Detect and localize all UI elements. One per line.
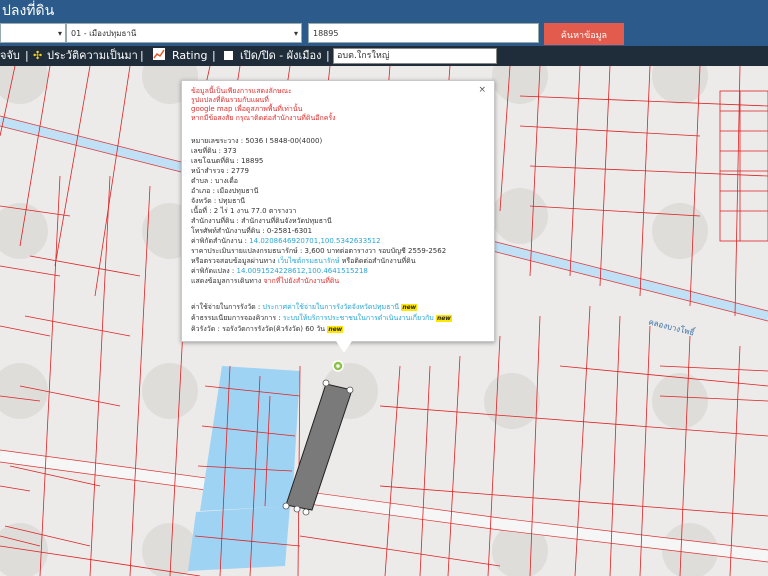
booking-link[interactable]: ระบบให้บริการประชาชนในการดำเนินงานเกี่ยว… (283, 314, 434, 322)
chevron-down-icon: ▾ (57, 29, 62, 38)
land-office-label: สำนักงานที่ดิน : (191, 217, 242, 225)
queue-row: คิวรังวัด : รอรังวัดการรังวัด(คิวรังวัด)… (191, 325, 344, 334)
search-button[interactable]: ค้นหาข้อมูล (544, 23, 624, 45)
fee-link[interactable]: ประกาศค่าใช้จ่ายในการรังวัดจังหวัดปทุมธา… (263, 303, 400, 311)
treasury-website-link[interactable]: เว็บไซต์กรมธนารักษ์ (278, 257, 340, 265)
zoning-checkbox[interactable] (224, 51, 233, 60)
search-bar: ▾ 01 - เมืองปทุมธานี ▾ 18895 ค้นหาข้อมูล (0, 22, 768, 48)
deed-number-input[interactable]: 18895 (308, 23, 539, 43)
check-suffix: หรือติดต่อสำนักงานที่ดิน (339, 257, 416, 265)
province-select[interactable]: ▾ (0, 23, 66, 43)
notice-line-2: รูปแปลงที่ดินรวมกับแผนที่ (191, 96, 269, 104)
new-badge: new (435, 315, 452, 322)
district-select[interactable]: 01 - เมืองปทุมธานี ▾ (66, 23, 302, 43)
parcel-info-popup: × ข้อมูลนี้เป็นเพียงการแสดงลักษณะ รูปแปล… (181, 80, 495, 342)
check-row: หรือตรวจสอบข้อมูลผ่านทาง เว็บไซต์กรมธนาร… (191, 257, 415, 266)
toolbar-separator: | (25, 49, 29, 62)
popup-tail (336, 341, 352, 353)
map-toolbar: จจับ | ✣ ประวัติความเป็นมา | Rating | เป… (0, 46, 768, 66)
booking-label: ค้าธรรมเนียมการจองคิวการ : (191, 314, 283, 322)
office-coord-label: ค่าพิกัดสำนักงาน : (191, 237, 250, 245)
close-icon[interactable]: × (478, 85, 486, 95)
app-title: ปลงที่ดิน (2, 3, 55, 19)
rating-link[interactable]: Rating (172, 46, 207, 66)
queue-text: คิวรังวัด : รอรังวัดการรังวัด(คิวรังวัด)… (191, 325, 326, 333)
office-phone: โทรศัพท์สำนักงานที่ดิน : 0-2581-6301 (191, 227, 313, 235)
parcel-coord-label: ค่าพิกัดแปลง : (191, 267, 237, 275)
new-badge: new (327, 326, 344, 333)
toolbar-separator: | (326, 49, 330, 62)
deed-number: เลขโฉนดที่ดิน : 18895 (191, 157, 264, 165)
route-link[interactable]: จากที่ไปยังสำนักงานที่ดิน (263, 277, 339, 285)
toggle-zoning-label[interactable]: เปิด/ปิด - ผังเมือง (240, 46, 322, 66)
chevron-down-icon: ▾ (293, 29, 298, 38)
area: เนื้อที่ : 2 ไร่ 1 งาน 77.0 ตารางวา (191, 207, 297, 215)
land-number: เลขที่ดิน : 373 (191, 147, 237, 155)
app-header: ปลงที่ดิน (0, 0, 768, 22)
subdistrict: ตำบล : บางเดื่อ (191, 177, 238, 185)
rating-icon (153, 47, 165, 67)
appraisal: ราคาประเมินรายแปลงกรมธนารักษ์ : 3,600 บา… (191, 247, 447, 255)
route-row: แสดงข้อมูลการเดินทาง จากที่ไปยังสำนักงาน… (191, 277, 339, 286)
notice-line-3: google map เพื่อดูสภาพพื้นที่เท่านั้น (191, 105, 303, 113)
toolbar-item-1[interactable]: จจับ (0, 46, 20, 66)
office-coord-row: ค่าพิกัดสำนักงาน : 14.0208646920701,100.… (191, 237, 381, 246)
location-pin-icon (332, 360, 344, 372)
parcel-coord-link[interactable]: 14.0091524228612,100.4641515218 (236, 267, 367, 275)
toolbar-separator: | (140, 49, 144, 62)
notice-line-4: หากมีข้อสงสัย กรุณาติดต่อสำนักงานที่ดินอ… (191, 114, 336, 122)
toolbar-separator: | (212, 49, 216, 62)
fee-row: ค่าใช้จ่ายในการรังวัด : ประกาศค่าใช้จ่าย… (191, 303, 418, 312)
survey-page: หน้าสำรวจ : 2779 (191, 167, 249, 175)
map-sheet: หมายเลขระวาง : 5036 I 5848-00(4000) (191, 137, 323, 145)
fee-label: ค่าใช้จ่ายในการรังวัด : (191, 303, 263, 311)
district-select-value: 01 - เมืองปทุมธานี (71, 29, 137, 38)
parcel-coord-row: ค่าพิกัดแปลง : 14.0091524228612,100.4641… (191, 267, 368, 276)
deed-number-value: 18895 (313, 29, 339, 38)
district: อำเภอ : เมืองปทุมธานี (191, 187, 259, 195)
new-badge: new (401, 304, 418, 311)
office-coord-link[interactable]: 14.0208646920701,100.5342633512 (249, 237, 380, 245)
notice-line-1: ข้อมูลนี้เป็นเพียงการแสดงลักษณะ (191, 87, 292, 95)
history-icon: ✣ (33, 49, 43, 62)
province: จังหวัด : ปทุมธานี (191, 197, 246, 205)
route-label: แสดงข้อมูลการเดินทาง (191, 277, 264, 285)
booking-row: ค้าธรรมเนียมการจองคิวการ : ระบบให้บริการ… (191, 314, 452, 323)
zoning-input[interactable]: อบต.ใกรใหญ่ (333, 48, 497, 64)
check-label: หรือตรวจสอบข้อมูลผ่านทาง (191, 257, 278, 265)
history-link[interactable]: ประวัติความเป็นมา (47, 46, 138, 66)
land-office-row: สำนักงานที่ดิน : สำนักงานที่ดินจังหวัดปท… (191, 217, 332, 226)
land-office-name: สำนักงานที่ดินจังหวัดปทุมธานี (241, 217, 332, 225)
